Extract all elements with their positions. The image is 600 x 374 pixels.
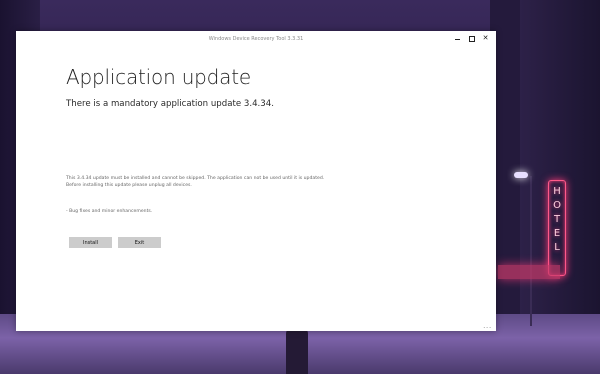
neon-letter: H [553,186,561,197]
install-button[interactable]: Install [69,237,112,248]
person-silhouette [286,326,308,374]
window-title: Windows Device Recovery Tool 3.3.31 [208,36,304,42]
page-subtitle: There is a mandatory application update … [66,99,274,109]
changelog-item: - Bug fixes and minor enhancements. [66,209,153,214]
exit-button[interactable]: Exit [118,237,161,248]
street-lamp [514,172,528,178]
neon-bar [498,265,560,279]
app-window: Windows Device Recovery Tool 3.3.31 ✕ Ap… [16,31,496,331]
maximize-button[interactable] [467,34,476,43]
neon-letter: O [553,200,561,211]
update-details: This 3.4.34 update must be installed and… [66,176,366,189]
title-bar[interactable]: Windows Device Recovery Tool 3.3.31 ✕ [16,31,496,47]
close-button[interactable]: ✕ [481,34,490,43]
more-options-icon[interactable]: ... [483,323,492,330]
main-content: Application update There is a mandatory … [66,65,476,109]
page-title: Application update [66,65,251,89]
button-row: Install Exit [69,237,161,248]
hotel-neon-sign: H O T E L [548,180,566,276]
details-line: Before installing this update please unp… [66,182,192,188]
window-controls: ✕ [453,34,490,43]
neon-letter: E [553,228,561,239]
details-line: This 3.4.34 update must be installed and… [66,176,325,181]
desktop-wallpaper: H O T E L Windows Device Recovery Tool 3… [0,0,600,374]
neon-letter: T [553,214,561,225]
building-right [520,0,600,340]
neon-letter: L [554,242,560,253]
minimize-button[interactable] [453,34,462,43]
street-lamp-pole [530,176,532,326]
